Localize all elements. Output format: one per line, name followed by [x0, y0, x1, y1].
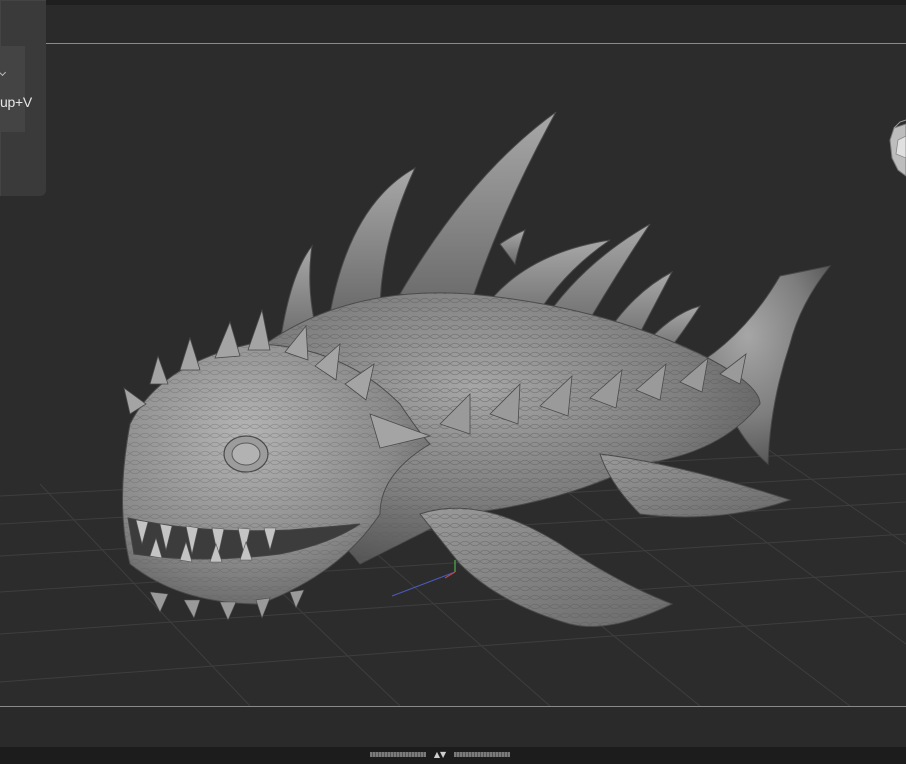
origin-axis	[391, 560, 456, 597]
shortcut-label: up+V	[0, 94, 32, 110]
panel-splitter-icon[interactable]: ▲▼	[370, 750, 510, 759]
splitter-grip-right[interactable]	[454, 752, 510, 757]
viewport-scene[interactable]	[0, 44, 906, 706]
3d-viewport[interactable]	[0, 44, 906, 706]
upper-shelf	[0, 5, 906, 43]
tool-panel-slot[interactable]	[0, 46, 25, 132]
tool-panel[interactable]: up+V	[0, 0, 46, 196]
splitter-arrows[interactable]: ▲▼	[428, 750, 452, 759]
splitter-grip-left[interactable]	[370, 752, 426, 757]
sculpt-model[interactable]	[122, 111, 832, 627]
lower-shelf	[0, 707, 906, 747]
cube-gizmo-icon[interactable]	[888, 118, 906, 192]
